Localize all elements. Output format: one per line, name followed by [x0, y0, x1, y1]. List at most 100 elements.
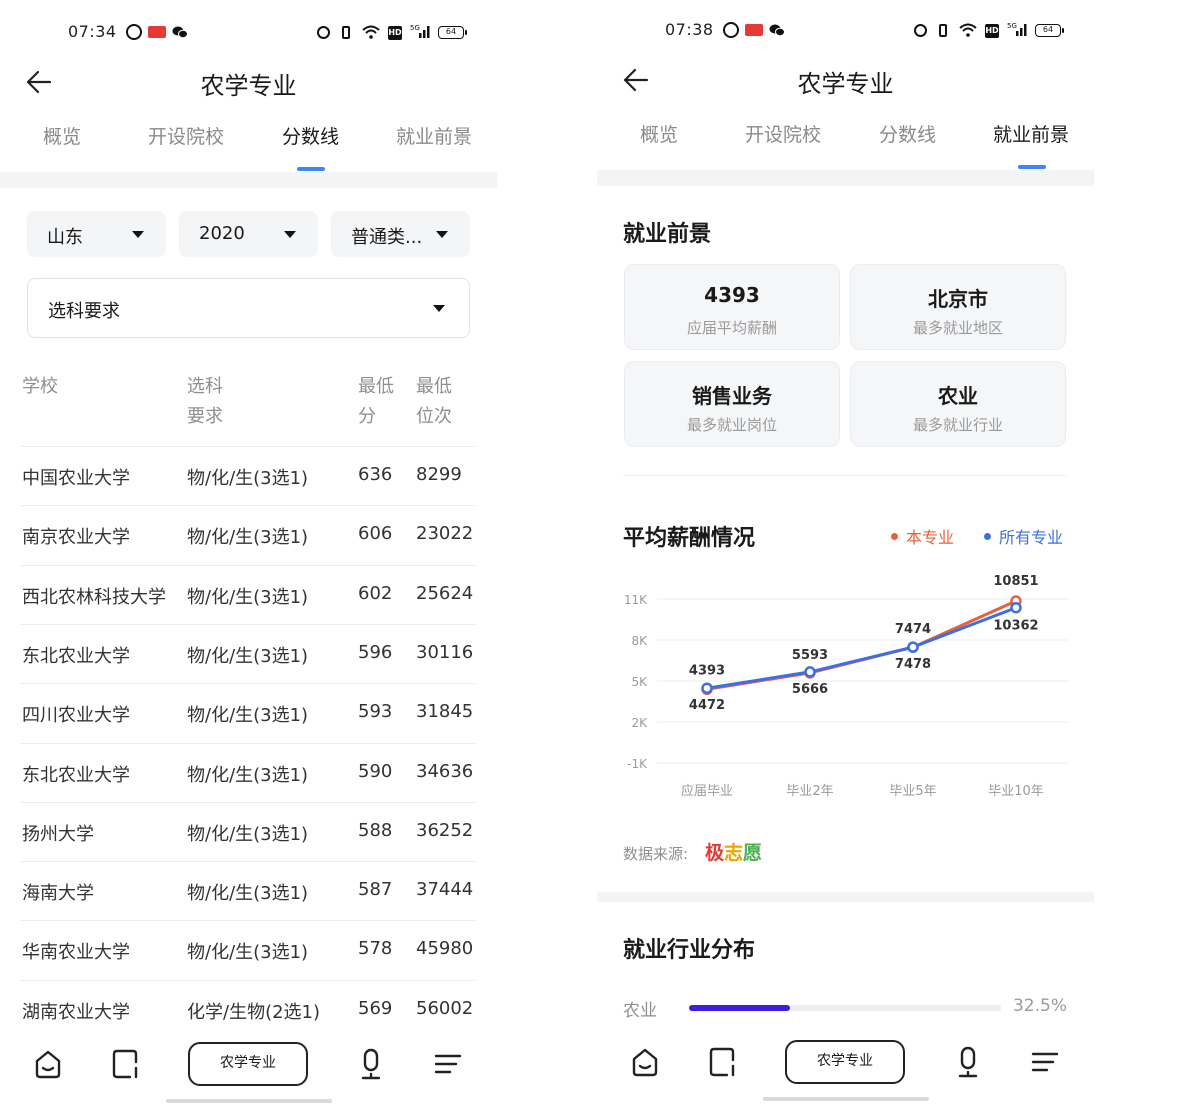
- wifi-icon: [362, 25, 380, 41]
- tab-score-line[interactable]: 分数线: [282, 122, 339, 149]
- cell-subject: 物/化/生(3选1): [187, 823, 309, 845]
- table-header: 学校 选科 要求 最低 分 最低 位次: [0, 372, 497, 444]
- stat-card-position: 销售业务 最多就业岗位: [624, 361, 840, 447]
- cell-subject: 物/化/生(3选1): [187, 764, 309, 786]
- home-indicator[interactable]: [166, 1099, 332, 1103]
- table-row[interactable]: 四川农业大学 物/化/生(3选1) 593 31845: [20, 683, 475, 742]
- industry-percent: 32.5%: [1012, 996, 1067, 1016]
- cell-rank: 34636: [416, 760, 474, 782]
- card-icon[interactable]: [707, 1046, 741, 1080]
- y-tick-label: -1K: [627, 757, 648, 771]
- cell-rank: 37444: [416, 879, 474, 901]
- major-button[interactable]: 农学专业: [188, 1042, 308, 1086]
- cell-subject: 物/化/生(3选1): [187, 942, 309, 964]
- vibrate-icon: [342, 26, 350, 39]
- y-tick-label: 5K: [631, 675, 648, 689]
- cell-score: 588: [358, 819, 393, 841]
- cell-score: 590: [358, 760, 393, 782]
- data-source-label: 数据来源:: [623, 845, 689, 863]
- x-tick-label: 应届毕业: [681, 783, 733, 799]
- y-tick-label: 8K: [631, 634, 648, 648]
- mic-icon[interactable]: [355, 1048, 389, 1082]
- wifi-icon: [959, 23, 977, 39]
- jizhiyuan-logo: 极志愿: [705, 838, 762, 865]
- hd-icon: HD: [985, 24, 999, 38]
- data-label: 5593: [792, 648, 828, 663]
- category-dropdown[interactable]: 普通类...: [331, 211, 470, 257]
- table-row[interactable]: 东北农业大学 物/化/生(3选1) 596 30116: [20, 623, 475, 683]
- stat-card-industry: 农业 最多就业行业: [850, 361, 1066, 447]
- section-divider: [597, 170, 1094, 186]
- right-screen: 07:38 HD 5G 64 农学专业 概览 开设院校 分数线 就业前景 就业前…: [597, 0, 1094, 1105]
- table-row[interactable]: 海南大学 物/化/生(3选1) 587 37444: [20, 861, 475, 920]
- card-icon[interactable]: [110, 1048, 144, 1082]
- data-label: 4393: [689, 663, 725, 678]
- table-row[interactable]: 湖南农业大学 化学/生物(2选1) 569 56002: [20, 979, 475, 1028]
- cell-subject: 物/化/生(3选1): [187, 645, 309, 667]
- tab-score-line[interactable]: 分数线: [879, 120, 936, 147]
- table-row[interactable]: 南京农业大学 物/化/生(3选1) 606 23022: [20, 505, 475, 564]
- cell-rank: 56002: [416, 997, 474, 1019]
- tab-bar: 概览 开设院校 分数线 就业前景: [0, 122, 497, 174]
- status-bar: 07:34 HD 5G 64: [0, 18, 497, 46]
- y-tick-label: 11K: [624, 593, 648, 607]
- bottom-nav: 农学专业: [0, 1038, 497, 1098]
- major-button[interactable]: 农学专业: [785, 1040, 905, 1084]
- data-label: 5666: [792, 682, 828, 697]
- cell-school: 东北农业大学: [22, 764, 130, 786]
- section-divider: [0, 172, 497, 188]
- table-row[interactable]: 扬州大学 物/化/生(3选1) 588 36252: [20, 801, 475, 861]
- home-indicator[interactable]: [763, 1097, 929, 1101]
- industry-name: 农业: [623, 1001, 657, 1021]
- status-time: 07:38: [665, 20, 714, 39]
- salary-title: 平均薪酬情况: [623, 526, 756, 551]
- data-point: [907, 641, 919, 653]
- header-rank-1: 最低: [416, 376, 452, 397]
- cell-subject: 物/化/生(3选1): [187, 468, 309, 489]
- tab-overview[interactable]: 概览: [640, 120, 678, 147]
- data-point: [701, 682, 713, 694]
- battery-icon: 64: [438, 26, 467, 39]
- data-label: 4472: [689, 698, 725, 713]
- province-dropdown[interactable]: 山东: [27, 211, 166, 257]
- tab-schools[interactable]: 开设院校: [745, 120, 821, 147]
- table-row[interactable]: 中国农业大学 物/化/生(3选1) 636 8299: [20, 446, 475, 505]
- cell-school: 华南农业大学: [22, 942, 130, 964]
- year-dropdown[interactable]: 2020: [179, 211, 318, 257]
- card-label: 应届平均薪酬: [686, 319, 777, 337]
- series-line: [706, 599, 1017, 691]
- cell-rank: 8299: [416, 464, 462, 485]
- menu-icon[interactable]: [1029, 1046, 1063, 1080]
- divider: [623, 475, 1067, 476]
- cell-subject: 物/化/生(3选1): [187, 527, 309, 549]
- cell-rank: 31845: [416, 701, 474, 723]
- left-screen: 07:34 HD 5G 64 农学专业 概览 开设院校 分数线 就业前景 山东: [0, 0, 497, 1105]
- subject-requirement-dropdown[interactable]: 选科要求: [27, 278, 470, 338]
- home-icon[interactable]: [32, 1048, 66, 1082]
- category-value: 普通类...: [351, 227, 423, 248]
- data-label: 7478: [895, 657, 931, 672]
- tab-overview[interactable]: 概览: [43, 122, 81, 149]
- alarm-icon: [914, 24, 927, 37]
- battery-icon: 64: [1035, 24, 1064, 37]
- tab-employment[interactable]: 就业前景: [993, 120, 1069, 147]
- table-row[interactable]: 华南农业大学 物/化/生(3选1) 578 45980: [20, 920, 475, 979]
- mic-icon[interactable]: [952, 1046, 986, 1080]
- logo-char: 志: [724, 842, 744, 864]
- active-tab-indicator: [297, 167, 325, 171]
- series-line: [706, 606, 1017, 690]
- home-icon[interactable]: [629, 1046, 663, 1080]
- header-score-1: 最低: [358, 376, 394, 397]
- industry-title: 就业行业分布: [623, 938, 756, 963]
- tab-employment[interactable]: 就业前景: [396, 122, 472, 149]
- cell-school: 湖南农业大学: [22, 1001, 130, 1023]
- table-row[interactable]: 西北农林科技大学 物/化/生(3选1) 602 25624: [20, 564, 475, 624]
- wechat-icon: [172, 24, 188, 40]
- legend-dot: [984, 533, 991, 540]
- cell-subject: 物/化/生(3选1): [187, 586, 309, 608]
- table-row[interactable]: 东北农业大学 物/化/生(3选1) 590 34636: [20, 742, 475, 802]
- caret-down-icon: [436, 231, 448, 238]
- caret-down-icon: [132, 231, 144, 238]
- tab-schools[interactable]: 开设院校: [148, 122, 224, 149]
- menu-icon[interactable]: [432, 1048, 466, 1082]
